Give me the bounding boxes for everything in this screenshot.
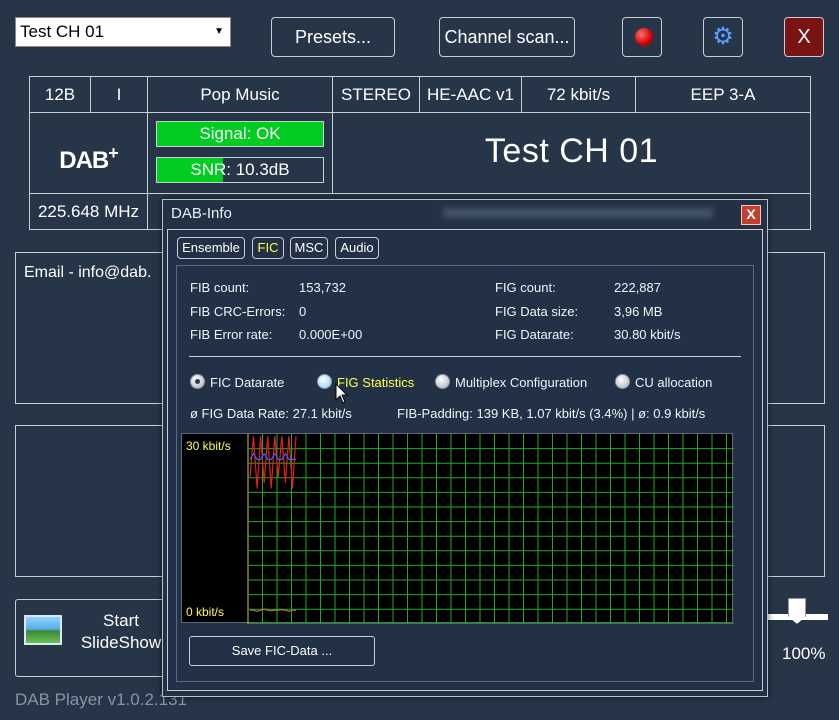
fib-crc-errors-label: FIB CRC-Errors: <box>190 304 286 319</box>
marker-cell: I <box>90 76 148 113</box>
frequency-cell: 225.648 MHz <box>29 193 148 230</box>
fib-crc-errors-value: 0 <box>299 304 307 319</box>
record-button[interactable] <box>622 17 662 57</box>
fib-count-label: FIB count: <box>190 280 250 295</box>
channel-scan-button[interactable]: Channel scan... <box>439 17 575 57</box>
mouse-pointer-icon <box>335 383 349 404</box>
genre-cell: Pop Music <box>147 76 333 113</box>
dialog-close-button[interactable]: X <box>741 205 761 225</box>
tab-msc[interactable]: MSC <box>290 237 328 259</box>
meters-cell: Signal: OK SNR: 10.3dB <box>147 112 333 194</box>
divider <box>189 356 741 357</box>
dab-logo-text: DAB <box>59 147 109 174</box>
presets-button[interactable]: Presets... <box>271 17 395 57</box>
radio-multiplex-configuration[interactable] <box>435 374 450 389</box>
bitrate-cell: 72 kbit/s <box>521 76 636 113</box>
chart-grid <box>247 434 734 625</box>
channel-select[interactable]: Test CH 01 ▼ <box>15 17 231 47</box>
radio-fic-datarate[interactable] <box>190 374 205 389</box>
start-slideshow-line-2: SlideShow <box>80 633 162 652</box>
picture-icon <box>24 615 62 645</box>
dialog-title: DAB-Info <box>171 205 232 222</box>
radio-cu-allocation-label[interactable]: CU allocation <box>635 375 712 390</box>
fib-error-rate-label: FIB Error rate: <box>190 327 273 342</box>
fig-datarate-value: 30.80 kbit/s <box>614 327 681 342</box>
fic-panel: FIB count: 153,732 FIB CRC-Errors: 0 FIB… <box>176 265 754 682</box>
volume-slider-thumb[interactable] <box>788 598 806 624</box>
station-name: Test CH 01 <box>332 112 811 194</box>
dab-info-dialog: DAB-Info X Ensemble FIC MSC Audio FIB co… <box>162 199 768 697</box>
radio-fic-datarate-label[interactable]: FIC Datarate <box>210 375 284 390</box>
chevron-down-icon: ▼ <box>214 26 224 37</box>
fig-count-value: 222,887 <box>614 280 661 295</box>
fig-data-size-value: 3,96 MB <box>614 304 663 319</box>
radio-fig-statistics[interactable] <box>317 374 332 389</box>
snr-text: SNR: 10.3dB <box>190 160 290 179</box>
chart-series-line-0 <box>249 436 297 489</box>
tab-ensemble[interactable]: Ensemble <box>177 237 245 259</box>
volume-percent: 100% <box>782 644 826 663</box>
dab-logo: DAB+ <box>29 112 148 194</box>
block-cell: 12B <box>29 76 91 113</box>
start-slideshow-line-1: Start <box>103 611 139 630</box>
settings-button[interactable]: ⚙ <box>703 17 743 57</box>
fig-data-size-label: FIG Data size: <box>495 304 579 319</box>
channel-select-value: Test CH 01 <box>20 22 105 41</box>
dls-text: Email - info@dab. <box>24 264 152 281</box>
radio-cu-allocation[interactable] <box>615 374 630 389</box>
fib-error-rate-value: 0.000E+00 <box>299 327 363 342</box>
avg-fig-data-rate: ø FIG Data Rate: 27.1 kbit/s <box>190 406 352 421</box>
audio-mode-cell: STEREO <box>332 76 420 113</box>
dab-logo-plus: + <box>108 143 118 163</box>
chart-series <box>249 436 297 613</box>
close-button[interactable]: X <box>784 17 824 57</box>
start-slideshow-label: Start SlideShow <box>76 610 166 654</box>
y-tick-label-top: 30 kbit/s <box>186 439 231 453</box>
protection-cell: EEP 3-A <box>635 76 811 113</box>
tab-fic[interactable]: FIC <box>252 237 284 259</box>
signal-text: Signal: OK <box>199 124 281 143</box>
fig-datarate-label: FIG Datarate: <box>495 327 574 342</box>
fig-count-label: FIG count: <box>495 280 556 295</box>
record-icon <box>635 28 653 46</box>
codec-cell: HE-AAC v1 <box>419 76 522 113</box>
radio-multiplex-configuration-label[interactable]: Multiplex Configuration <box>455 375 587 390</box>
fic-datarate-chart: 30 kbit/s 0 kbit/s <box>181 433 734 625</box>
start-slideshow-button[interactable]: Start SlideShow <box>15 599 165 677</box>
signal-meter: Signal: OK <box>156 121 324 147</box>
chart-svg: 30 kbit/s 0 kbit/s <box>186 434 734 625</box>
gear-icon: ⚙ <box>712 23 734 50</box>
save-fic-data-button[interactable]: Save FIC-Data ... <box>189 636 375 666</box>
tab-audio[interactable]: Audio <box>335 237 379 259</box>
dialog-body: Ensemble FIC MSC Audio FIB count: 153,73… <box>167 229 763 691</box>
blurred-title-text <box>443 208 713 218</box>
snr-meter: SNR: 10.3dB <box>156 157 324 183</box>
y-tick-label-bottom: 0 kbit/s <box>186 605 224 619</box>
fib-count-value: 153,732 <box>299 280 346 295</box>
fib-padding-info: FIB-Padding: 139 KB, 1.07 kbit/s (3.4%) … <box>397 406 706 421</box>
